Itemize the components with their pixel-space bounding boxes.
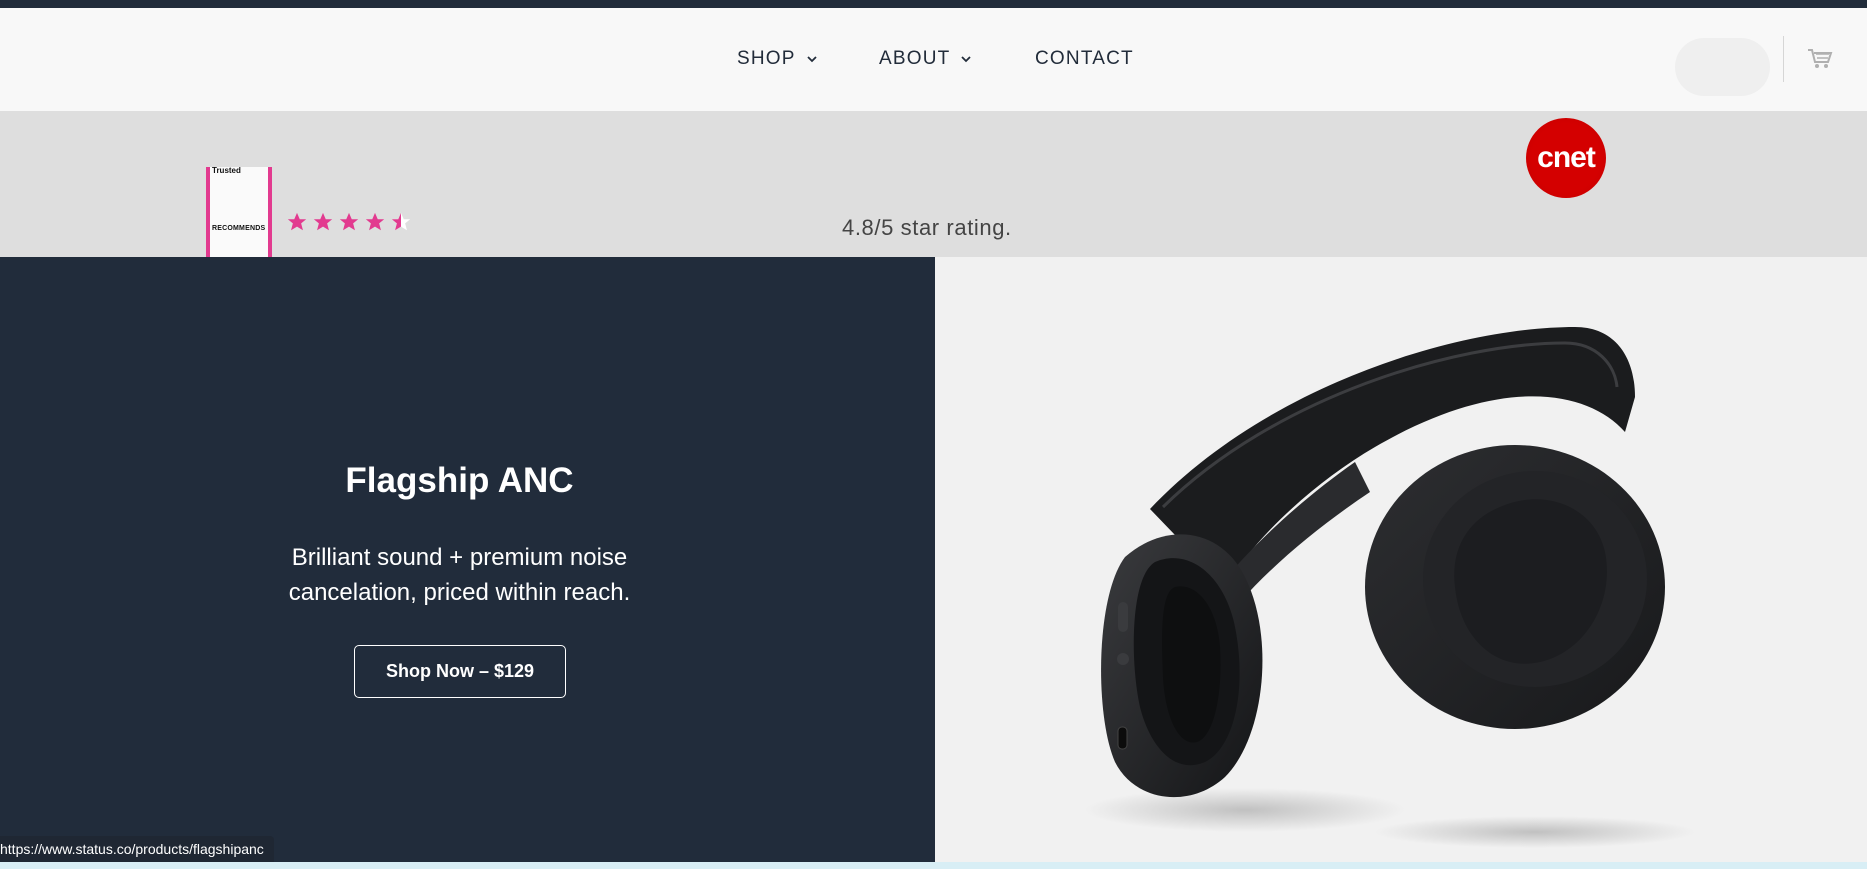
hero-description: Brilliant sound + premium noise cancelat… [0,540,919,610]
cart-icon[interactable] [1805,44,1833,72]
site-header: SHOP ABOUT CONTACT [0,8,1867,111]
star-icon [287,212,307,231]
star-icon [313,212,333,231]
top-strip [0,0,1867,8]
nav-about-label: ABOUT [879,48,951,69]
nav-shop[interactable]: SHOP [737,48,818,70]
nav-about[interactable]: ABOUT [879,48,972,70]
half-star-icon [391,212,411,231]
chevron-down-icon [807,56,817,63]
shop-now-button[interactable]: Shop Now – $129 [354,645,566,698]
hero-product-image[interactable] [935,257,1867,864]
hero-title: Flagship ANC [345,461,574,500]
nav-shop-label: SHOP [737,48,796,69]
headphones-image [1085,327,1695,848]
trusted-reviews-badge: Trusted RECOMMENDS [206,166,272,267]
header-divider [1783,36,1784,82]
badge-label: RECOMMENDS [212,225,266,232]
nav-contact-label: CONTACT [1035,48,1134,69]
chevron-down-icon [961,56,972,63]
rating-text: 4.8/5 star rating. [842,215,1012,240]
cnet-logo-text: cnet [1537,141,1596,174]
star-icon [365,212,385,231]
hero-description-line: cancelation, priced within reach. [288,579,631,606]
star-rating [286,211,412,233]
bottom-bar [0,862,1867,869]
cnet-logo: cnet [1526,118,1606,198]
hero-description-line: Brilliant sound + premium noise [291,544,628,571]
star-icon [339,212,359,231]
main-nav: SHOP ABOUT CONTACT [0,8,1867,111]
badge-top-text: Trusted [212,166,241,175]
status-bar-url: https://www.status.co/products/flagshipa… [0,836,274,862]
nav-contact[interactable]: CONTACT [1035,48,1134,70]
